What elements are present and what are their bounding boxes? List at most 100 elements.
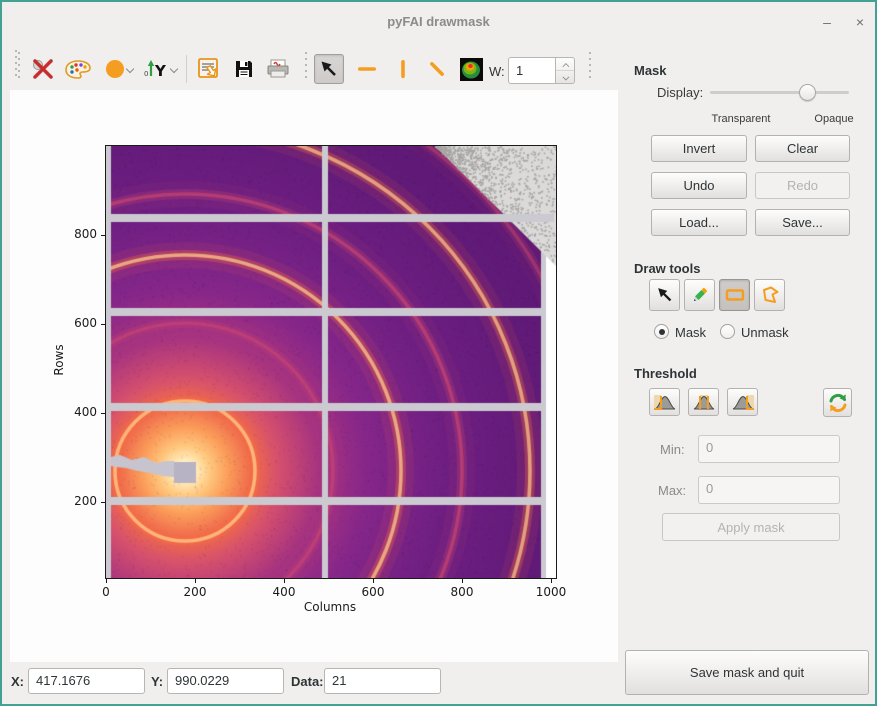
diagonal-line-tool[interactable] xyxy=(423,55,451,83)
toolbar-grip-1[interactable] xyxy=(17,50,21,82)
color-circle-icon xyxy=(104,58,126,80)
y-tick-label: 400 xyxy=(63,405,97,419)
save-button[interactable]: Save... xyxy=(755,209,850,236)
data-value-label: Data: xyxy=(291,674,324,689)
y-coordinate-label: Y: xyxy=(151,674,163,689)
x-tick xyxy=(284,579,285,583)
x-tick xyxy=(195,579,196,583)
y-axis-label: Rows xyxy=(52,330,66,390)
x-tick xyxy=(106,579,107,583)
window-title: pyFAI drawmask xyxy=(2,14,875,29)
mask-opacity-slider-handle[interactable] xyxy=(799,84,816,101)
minimize-button[interactable]: – xyxy=(816,12,838,34)
apply-mask-button[interactable]: Apply mask xyxy=(662,513,840,541)
svg-text:0: 0 xyxy=(144,70,148,78)
mask-radio-label: Mask xyxy=(675,325,706,340)
app-window: pyFAI drawmask – × xyxy=(0,0,877,706)
y-tick xyxy=(101,235,105,236)
y-tick-label: 600 xyxy=(63,316,97,330)
clear-button[interactable]: Clear xyxy=(755,135,850,162)
vertical-line-icon xyxy=(392,58,414,80)
threshold-below-button[interactable] xyxy=(649,388,680,416)
print-button[interactable] xyxy=(264,55,292,83)
x-tick-label: 600 xyxy=(351,585,395,599)
pencil-width-input[interactable]: 1 xyxy=(508,57,556,84)
invert-button[interactable]: Invert xyxy=(651,135,747,162)
threshold-refresh-button[interactable] xyxy=(823,388,852,417)
palette-icon xyxy=(64,57,92,81)
threshold-above-button[interactable] xyxy=(727,388,758,416)
select-tool-button[interactable] xyxy=(649,279,680,311)
max-input[interactable]: 0 xyxy=(698,476,840,504)
save-icon xyxy=(233,58,255,80)
load-button[interactable]: Load... xyxy=(651,209,747,236)
pencil-icon xyxy=(689,284,711,306)
pencil-tool-button[interactable] xyxy=(684,279,715,311)
unmask-radio[interactable] xyxy=(720,324,735,339)
polygon-tool-button[interactable] xyxy=(754,279,785,311)
detector-canvas[interactable] xyxy=(106,146,556,578)
threshold-between-button[interactable] xyxy=(688,388,719,416)
x-coordinate-field[interactable]: 417.1676 xyxy=(28,668,145,694)
spin-down-button[interactable] xyxy=(556,71,574,84)
min-label: Min: xyxy=(660,442,685,457)
min-input[interactable]: 0 xyxy=(698,435,840,463)
histogram-below-icon xyxy=(653,393,677,412)
y-axis-direction-button[interactable]: 0 Y xyxy=(141,55,179,83)
copy-button[interactable] xyxy=(194,55,222,83)
histogram-between-icon xyxy=(692,393,716,412)
pencil-width-spinner xyxy=(556,57,575,84)
x-axis-label: Columns xyxy=(250,600,410,614)
horizontal-line-icon xyxy=(356,58,378,80)
y-tick-label: 800 xyxy=(63,227,97,241)
mask-opacity-slider-track[interactable] xyxy=(710,91,849,94)
title-bar[interactable]: pyFAI drawmask – × xyxy=(2,2,875,42)
mask-color-button[interactable] xyxy=(99,55,137,83)
plot-axes xyxy=(105,145,557,579)
colormap-preview-icon xyxy=(460,58,483,81)
diagonal-line-icon xyxy=(426,58,448,80)
spin-up-button[interactable] xyxy=(556,58,574,71)
save-mask-quit-button[interactable]: Save mask and quit xyxy=(625,650,869,695)
y-tick xyxy=(101,502,105,503)
pointer-arrow-icon xyxy=(318,58,340,80)
histogram-above-icon xyxy=(731,393,755,412)
chevron-up-icon xyxy=(562,61,568,67)
pan-pointer-button[interactable] xyxy=(314,54,344,84)
horizontal-line-tool[interactable] xyxy=(353,55,381,83)
unmask-radio-label: Unmask xyxy=(741,325,789,340)
rectangle-tool-button[interactable] xyxy=(719,279,750,311)
threshold-section-title: Threshold xyxy=(634,366,697,381)
chevron-down-icon xyxy=(170,66,177,73)
toolbar-grip-2[interactable] xyxy=(304,50,308,82)
colormap-preview-button[interactable] xyxy=(460,58,483,81)
rectangle-icon xyxy=(724,284,746,306)
x-tick-label: 1000 xyxy=(529,585,573,599)
colormap-palette-button[interactable] xyxy=(62,55,94,83)
svg-text:Y: Y xyxy=(154,62,167,80)
zoom-reset-button[interactable] xyxy=(29,55,57,83)
x-tick-label: 0 xyxy=(84,585,128,599)
pointer-arrow-icon xyxy=(655,285,675,305)
y-coordinate-field[interactable]: 990.0229 xyxy=(167,668,284,694)
y-axis-icon: 0 Y xyxy=(144,57,170,81)
undo-button[interactable]: Undo xyxy=(651,172,747,199)
redo-button[interactable]: Redo xyxy=(755,172,850,199)
zoom-reset-icon xyxy=(31,57,55,81)
x-coordinate-label: X: xyxy=(11,674,24,689)
x-tick xyxy=(551,579,552,583)
x-tick-label: 400 xyxy=(262,585,306,599)
save-figure-button[interactable] xyxy=(230,55,258,83)
chevron-down-icon xyxy=(126,66,133,73)
x-tick xyxy=(373,579,374,583)
max-label: Max: xyxy=(658,483,686,498)
vertical-line-tool[interactable] xyxy=(389,55,417,83)
data-value-field[interactable]: 21 xyxy=(324,668,441,694)
mask-radio[interactable] xyxy=(654,324,669,339)
close-button[interactable]: × xyxy=(849,12,871,34)
copy-icon xyxy=(195,56,221,82)
toolbar-separator xyxy=(186,55,187,83)
draw-tools-section-title: Draw tools xyxy=(634,261,700,276)
toolbar-grip-3[interactable] xyxy=(588,50,592,82)
transparent-label: Transparent xyxy=(702,113,780,125)
